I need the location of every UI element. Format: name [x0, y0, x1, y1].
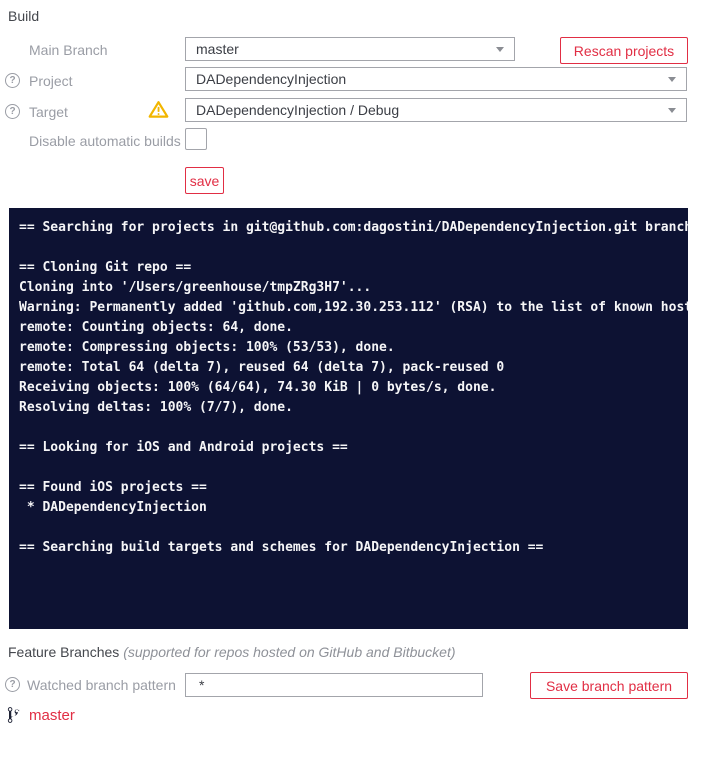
feature-branches-subtitle: (supported for repos hosted on GitHub an… [123, 644, 456, 660]
console-line: Cloning into '/Users/greenhouse/tmpZRg3H… [19, 280, 372, 295]
chevron-down-icon [668, 107, 676, 113]
console-line: remote: Compressing objects: 100% (53/53… [19, 340, 395, 355]
feature-branches-title-text: Feature Branches [8, 644, 120, 660]
rescan-projects-button[interactable]: Rescan projects [560, 37, 688, 64]
main-branch-label: Main Branch [29, 42, 108, 58]
project-label: Project [29, 73, 73, 89]
branch-list-item[interactable]: master [7, 706, 75, 724]
console-line: Receiving objects: 100% (64/64), 74.30 K… [19, 380, 497, 395]
watched-branch-pattern-input[interactable] [185, 673, 483, 697]
target-select[interactable]: DADependencyInjection / Debug [185, 98, 687, 122]
target-help-icon[interactable]: ? [5, 104, 20, 119]
console-line: remote: Total 64 (delta 7), reused 64 (d… [19, 360, 505, 375]
target-label: Target [29, 104, 68, 120]
chevron-down-icon [668, 76, 676, 82]
git-branch-icon [7, 706, 20, 724]
console-line: * DADependencyInjection [19, 500, 207, 515]
feature-branches-title: Feature Branches (supported for repos ho… [8, 644, 456, 660]
disable-automatic-builds-label: Disable automatic builds [29, 133, 181, 149]
build-log-console[interactable]: == Searching for projects in git@github.… [9, 208, 688, 629]
console-line: Resolving deltas: 100% (7/7), done. [19, 400, 293, 415]
save-button[interactable]: save [185, 167, 224, 194]
main-branch-select-value: master [196, 41, 239, 57]
watched-branch-help-icon[interactable]: ? [5, 677, 20, 692]
console-line: Warning: Permanently added 'github.com,1… [19, 300, 688, 315]
project-select[interactable]: DADependencyInjection [185, 67, 687, 91]
build-section-title: Build [8, 8, 40, 24]
console-line: == Cloning Git repo == [19, 260, 192, 275]
console-line: == Looking for iOS and Android projects … [19, 440, 348, 455]
warning-icon [148, 100, 169, 124]
console-line: remote: Counting objects: 64, done. [19, 320, 293, 335]
branch-name: master [29, 706, 75, 724]
console-line: == Searching for projects in git@github.… [19, 220, 688, 235]
console-line: == Found iOS projects == [19, 480, 207, 495]
chevron-down-icon [496, 46, 504, 52]
console-line: == Searching build targets and schemes f… [19, 540, 544, 555]
target-select-value: DADependencyInjection / Debug [196, 102, 400, 118]
project-select-value: DADependencyInjection [196, 71, 347, 87]
main-branch-select[interactable]: master [185, 37, 515, 61]
disable-automatic-builds-checkbox[interactable] [185, 128, 207, 150]
project-help-icon[interactable]: ? [5, 73, 20, 88]
save-branch-pattern-button[interactable]: Save branch pattern [530, 672, 688, 699]
watched-branch-pattern-label: Watched branch pattern [27, 677, 176, 693]
